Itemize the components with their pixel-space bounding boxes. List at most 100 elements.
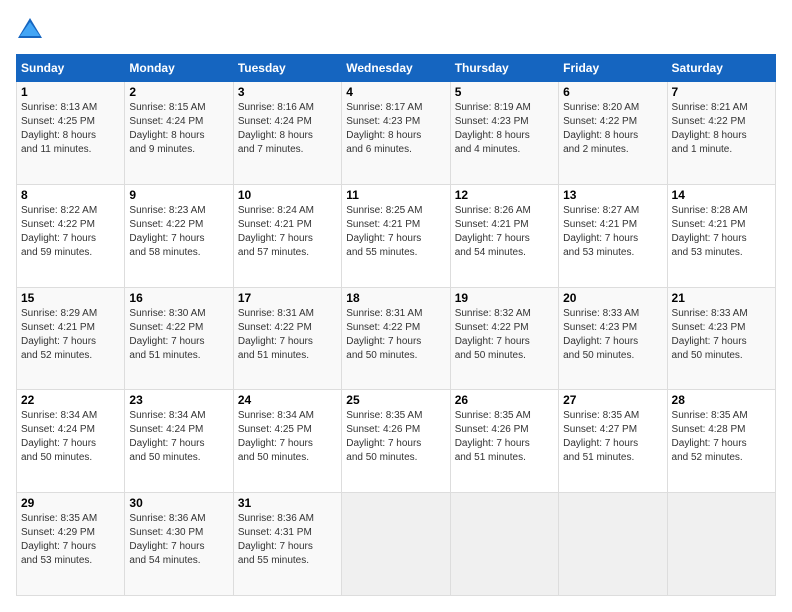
calendar-day-cell: 18 Sunrise: 8:31 AM Sunset: 4:22 PM Dayli… — [342, 287, 450, 390]
day-number: 28 — [672, 393, 771, 407]
calendar-day-cell: 5Sunrise: 8:19 AM Sunset: 4:23 PM Daylig… — [450, 82, 558, 185]
calendar-day-cell: 16 Sunrise: 8:30 AM Sunset: 4:22 PM Dayli… — [125, 287, 233, 390]
calendar-day-cell: 20 Sunrise: 8:33 AM Sunset: 4:23 PM Dayli… — [559, 287, 667, 390]
day-of-week-header: Sunday — [17, 55, 125, 82]
day-number: 27 — [563, 393, 662, 407]
calendar-day-cell: 12Sunrise: 8:26 AM Sunset: 4:21 PM Dayli… — [450, 184, 558, 287]
calendar-day-cell: 22 Sunrise: 8:34 AM Sunset: 4:24 PM Dayli… — [17, 390, 125, 493]
calendar-day-cell: 8 Sunrise: 8:22 AM Sunset: 4:22 PM Daylig… — [17, 184, 125, 287]
day-number: 22 — [21, 393, 120, 407]
calendar-week-row: 1Sunrise: 8:13 AM Sunset: 4:25 PM Daylig… — [17, 82, 776, 185]
day-info: Sunrise: 8:28 AM Sunset: 4:21 PM Dayligh… — [672, 204, 771, 260]
day-of-week-header: Saturday — [667, 55, 775, 82]
day-number: 23 — [129, 393, 228, 407]
calendar-day-cell: 24 Sunrise: 8:34 AM Sunset: 4:25 PM Dayli… — [233, 390, 341, 493]
day-info: Sunrise: 8:32 AM Sunset: 4:22 PM Dayligh… — [455, 307, 554, 363]
day-number: 18 — [346, 291, 445, 305]
day-number: 16 — [129, 291, 228, 305]
day-info: Sunrise: 8:17 AM Sunset: 4:23 PM Dayligh… — [346, 101, 445, 157]
calendar-week-row: 22 Sunrise: 8:34 AM Sunset: 4:24 PM Dayli… — [17, 390, 776, 493]
day-number: 8 — [21, 188, 120, 202]
day-number: 2 — [129, 85, 228, 99]
logo — [16, 16, 48, 44]
calendar-week-row: 8 Sunrise: 8:22 AM Sunset: 4:22 PM Daylig… — [17, 184, 776, 287]
day-number: 7 — [672, 85, 771, 99]
day-number: 25 — [346, 393, 445, 407]
day-of-week-header: Tuesday — [233, 55, 341, 82]
calendar-day-cell — [667, 493, 775, 596]
day-number: 9 — [129, 188, 228, 202]
day-info: Sunrise: 8:35 AM Sunset: 4:29 PM Dayligh… — [21, 512, 120, 568]
day-number: 21 — [672, 291, 771, 305]
calendar-day-cell: 6Sunrise: 8:20 AM Sunset: 4:22 PM Daylig… — [559, 82, 667, 185]
day-number: 3 — [238, 85, 337, 99]
day-number: 19 — [455, 291, 554, 305]
calendar-day-cell: 31 Sunrise: 8:36 AM Sunset: 4:31 PM Dayli… — [233, 493, 341, 596]
calendar-day-cell — [559, 493, 667, 596]
day-info: Sunrise: 8:33 AM Sunset: 4:23 PM Dayligh… — [672, 307, 771, 363]
calendar-day-cell: 9 Sunrise: 8:23 AM Sunset: 4:22 PM Daylig… — [125, 184, 233, 287]
calendar-day-cell: 29 Sunrise: 8:35 AM Sunset: 4:29 PM Dayli… — [17, 493, 125, 596]
calendar-day-cell: 14 Sunrise: 8:28 AM Sunset: 4:21 PM Dayli… — [667, 184, 775, 287]
day-info: Sunrise: 8:15 AM Sunset: 4:24 PM Dayligh… — [129, 101, 228, 157]
calendar-body: 1Sunrise: 8:13 AM Sunset: 4:25 PM Daylig… — [17, 82, 776, 596]
calendar-day-cell: 25 Sunrise: 8:35 AM Sunset: 4:26 PM Dayli… — [342, 390, 450, 493]
calendar-week-row: 29 Sunrise: 8:35 AM Sunset: 4:29 PM Dayli… — [17, 493, 776, 596]
day-number: 29 — [21, 496, 120, 510]
logo-icon — [16, 16, 44, 44]
day-number: 12 — [455, 188, 554, 202]
day-number: 10 — [238, 188, 337, 202]
day-number: 20 — [563, 291, 662, 305]
day-info: Sunrise: 8:30 AM Sunset: 4:22 PM Dayligh… — [129, 307, 228, 363]
day-info: Sunrise: 8:23 AM Sunset: 4:22 PM Dayligh… — [129, 204, 228, 260]
calendar-day-cell: 27 Sunrise: 8:35 AM Sunset: 4:27 PM Dayli… — [559, 390, 667, 493]
day-info: Sunrise: 8:24 AM Sunset: 4:21 PM Dayligh… — [238, 204, 337, 260]
calendar-day-cell: 3 Sunrise: 8:16 AM Sunset: 4:24 PM Daylig… — [233, 82, 341, 185]
calendar-header-row: SundayMondayTuesdayWednesdayThursdayFrid… — [17, 55, 776, 82]
calendar-week-row: 15 Sunrise: 8:29 AM Sunset: 4:21 PM Dayli… — [17, 287, 776, 390]
day-info: Sunrise: 8:33 AM Sunset: 4:23 PM Dayligh… — [563, 307, 662, 363]
day-info: Sunrise: 8:31 AM Sunset: 4:22 PM Dayligh… — [238, 307, 337, 363]
day-of-week-header: Monday — [125, 55, 233, 82]
calendar-day-cell: 4 Sunrise: 8:17 AM Sunset: 4:23 PM Daylig… — [342, 82, 450, 185]
day-number: 5 — [455, 85, 554, 99]
day-info: Sunrise: 8:35 AM Sunset: 4:28 PM Dayligh… — [672, 409, 771, 465]
day-info: Sunrise: 8:21 AM Sunset: 4:22 PM Dayligh… — [672, 101, 771, 157]
day-number: 4 — [346, 85, 445, 99]
calendar-day-cell — [450, 493, 558, 596]
calendar-day-cell: 7 Sunrise: 8:21 AM Sunset: 4:22 PM Daylig… — [667, 82, 775, 185]
day-info: Sunrise: 8:36 AM Sunset: 4:30 PM Dayligh… — [129, 512, 228, 568]
day-number: 13 — [563, 188, 662, 202]
calendar-day-cell: 30 Sunrise: 8:36 AM Sunset: 4:30 PM Dayli… — [125, 493, 233, 596]
day-info: Sunrise: 8:34 AM Sunset: 4:25 PM Dayligh… — [238, 409, 337, 465]
day-number: 31 — [238, 496, 337, 510]
calendar-day-cell: 17 Sunrise: 8:31 AM Sunset: 4:22 PM Dayli… — [233, 287, 341, 390]
day-number: 6 — [563, 85, 662, 99]
day-info: Sunrise: 8:29 AM Sunset: 4:21 PM Dayligh… — [21, 307, 120, 363]
day-info: Sunrise: 8:35 AM Sunset: 4:26 PM Dayligh… — [346, 409, 445, 465]
day-number: 24 — [238, 393, 337, 407]
day-info: Sunrise: 8:34 AM Sunset: 4:24 PM Dayligh… — [129, 409, 228, 465]
day-of-week-header: Wednesday — [342, 55, 450, 82]
day-number: 30 — [129, 496, 228, 510]
calendar-table: SundayMondayTuesdayWednesdayThursdayFrid… — [16, 54, 776, 596]
calendar-day-cell: 28 Sunrise: 8:35 AM Sunset: 4:28 PM Dayli… — [667, 390, 775, 493]
day-info: Sunrise: 8:16 AM Sunset: 4:24 PM Dayligh… — [238, 101, 337, 157]
day-info: Sunrise: 8:22 AM Sunset: 4:22 PM Dayligh… — [21, 204, 120, 260]
calendar-day-cell: 19 Sunrise: 8:32 AM Sunset: 4:22 PM Dayli… — [450, 287, 558, 390]
calendar-day-cell: 1Sunrise: 8:13 AM Sunset: 4:25 PM Daylig… — [17, 82, 125, 185]
day-info: Sunrise: 8:31 AM Sunset: 4:22 PM Dayligh… — [346, 307, 445, 363]
calendar-day-cell: 21 Sunrise: 8:33 AM Sunset: 4:23 PM Dayli… — [667, 287, 775, 390]
day-info: Sunrise: 8:35 AM Sunset: 4:27 PM Dayligh… — [563, 409, 662, 465]
day-number: 11 — [346, 188, 445, 202]
day-info: Sunrise: 8:27 AM Sunset: 4:21 PM Dayligh… — [563, 204, 662, 260]
day-number: 1 — [21, 85, 120, 99]
page: SundayMondayTuesdayWednesdayThursdayFrid… — [0, 0, 792, 612]
day-info: Sunrise: 8:34 AM Sunset: 4:24 PM Dayligh… — [21, 409, 120, 465]
calendar-day-cell: 15 Sunrise: 8:29 AM Sunset: 4:21 PM Dayli… — [17, 287, 125, 390]
calendar-day-cell — [342, 493, 450, 596]
day-number: 17 — [238, 291, 337, 305]
day-number: 15 — [21, 291, 120, 305]
day-number: 14 — [672, 188, 771, 202]
day-info: Sunrise: 8:36 AM Sunset: 4:31 PM Dayligh… — [238, 512, 337, 568]
